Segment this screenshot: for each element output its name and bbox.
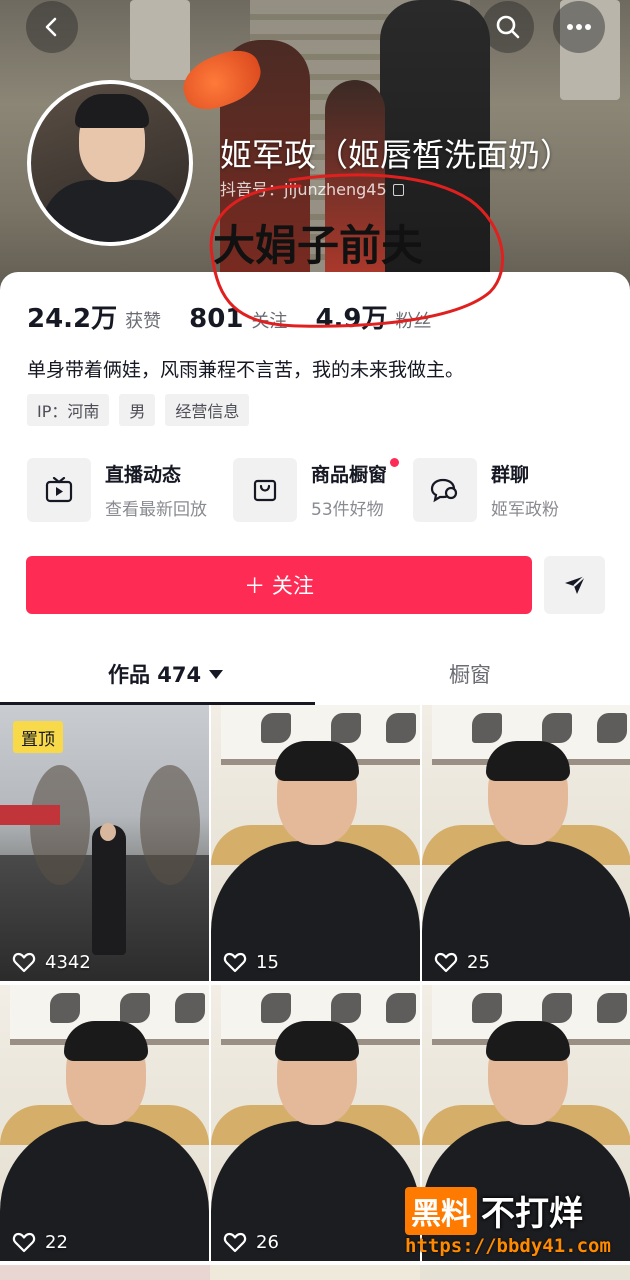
annotation-text: 大娟子前夫: [213, 221, 424, 270]
stat-number: 24.2万: [27, 304, 118, 334]
stat-likes[interactable]: 24.2万 获赞: [27, 298, 161, 335]
like-count: 25: [434, 951, 490, 973]
like-count: 22: [12, 1231, 68, 1253]
more-button[interactable]: [553, 1, 605, 53]
stat-label: 获赞: [125, 311, 162, 332]
watermark: 黑料 不打烊 https://bbdy41.com: [405, 1186, 611, 1257]
douyin-id-text: 抖音号：jijunzheng45: [220, 180, 387, 199]
like-count-text: 4342: [45, 951, 91, 973]
video-tile[interactable]: 22: [0, 985, 209, 1261]
video-tile[interactable]: 置顶 4342: [0, 705, 209, 981]
stat-number: 801: [189, 304, 244, 334]
video-tile[interactable]: 25: [422, 705, 630, 981]
like-count-text: 22: [45, 1231, 68, 1253]
more-icon: [567, 24, 591, 30]
content-tabs: 作品 474 橱窗: [0, 645, 630, 705]
next-row-preview: [0, 1265, 630, 1280]
feature-subtitle: 姬军政粉: [491, 500, 560, 520]
feature-title: 直播动态: [105, 464, 182, 486]
feature-title: 商品橱窗: [311, 464, 388, 486]
nickname: 姬军政（姬唇皙洗面奶）: [220, 136, 573, 174]
stat-number: 4.9万: [315, 304, 388, 334]
video-tile[interactable]: 15: [211, 705, 420, 981]
pinned-badge: 置顶: [13, 721, 63, 753]
heart-icon: [434, 952, 458, 973]
tag-business-info[interactable]: 经营信息: [165, 394, 250, 426]
video-tile[interactable]: 26: [211, 985, 420, 1261]
stat-label: 关注: [251, 311, 288, 332]
send-icon: [564, 575, 586, 594]
tab-works-label: 作品 474: [108, 663, 202, 687]
notification-dot: [390, 458, 400, 467]
follow-button[interactable]: ＋ 关注: [26, 556, 532, 614]
caret-down-icon: [209, 670, 224, 679]
back-arrow-icon: [45, 17, 57, 37]
heart-icon: [223, 952, 247, 973]
like-count: 26: [223, 1231, 279, 1253]
share-button[interactable]: [544, 556, 605, 614]
stat-following[interactable]: 801 关注: [189, 304, 287, 334]
like-count-text: 26: [256, 1231, 279, 1253]
tag-gender: 男: [119, 394, 156, 426]
like-count-text: 25: [467, 951, 490, 973]
feature-subtitle: 查看最新回放: [105, 500, 207, 520]
feature-shop[interactable]: 商品橱窗 53件好物: [233, 458, 400, 522]
feature-subtitle: 53件好物: [311, 500, 384, 520]
like-count: 15: [223, 951, 279, 973]
tab-works[interactable]: 作品 474: [108, 659, 224, 689]
feature-row: 直播动态查看最新回放 商品橱窗 53件好物 群聊姬军政粉: [27, 458, 630, 522]
stats-row: 24.2万 获赞 801 关注 4.9万 粉丝: [27, 298, 460, 335]
chat-icon: [413, 458, 478, 522]
watermark-text: 不打烊: [481, 1194, 583, 1234]
tab-window[interactable]: 橱窗: [449, 659, 491, 689]
search-icon: [496, 15, 520, 39]
tag-list: IP：河南 男 经营信息: [27, 394, 250, 426]
shopping-bag-icon: [233, 458, 297, 522]
like-count: 4342: [12, 951, 91, 973]
search-button[interactable]: [482, 1, 534, 53]
feature-group-chat[interactable]: 群聊 姬军政粉: [413, 458, 559, 522]
heart-icon: [223, 1232, 247, 1253]
feature-title: 群聊: [491, 464, 530, 486]
douyin-id[interactable]: 抖音号：jijunzheng45: [220, 176, 404, 200]
back-button[interactable]: [26, 1, 78, 53]
avatar[interactable]: [27, 80, 193, 246]
bio: 单身带着俩娃，风雨兼程不言苦，我的未来我做主。: [27, 359, 465, 381]
watermark-url: https://bbdy41.com: [405, 1235, 611, 1257]
watermark-box: 黑料: [405, 1186, 477, 1235]
copy-icon[interactable]: [392, 184, 404, 196]
cover-lantern: [130, 0, 190, 80]
heart-icon: [12, 1232, 36, 1253]
live-tv-icon: [27, 458, 91, 522]
heart-icon: [12, 952, 36, 973]
stat-label: 粉丝: [395, 311, 432, 332]
stat-followers[interactable]: 4.9万 粉丝: [315, 298, 431, 335]
tag-ip: IP：河南: [27, 394, 110, 426]
like-count-text: 15: [256, 951, 279, 973]
feature-live[interactable]: 直播动态查看最新回放: [27, 458, 207, 522]
